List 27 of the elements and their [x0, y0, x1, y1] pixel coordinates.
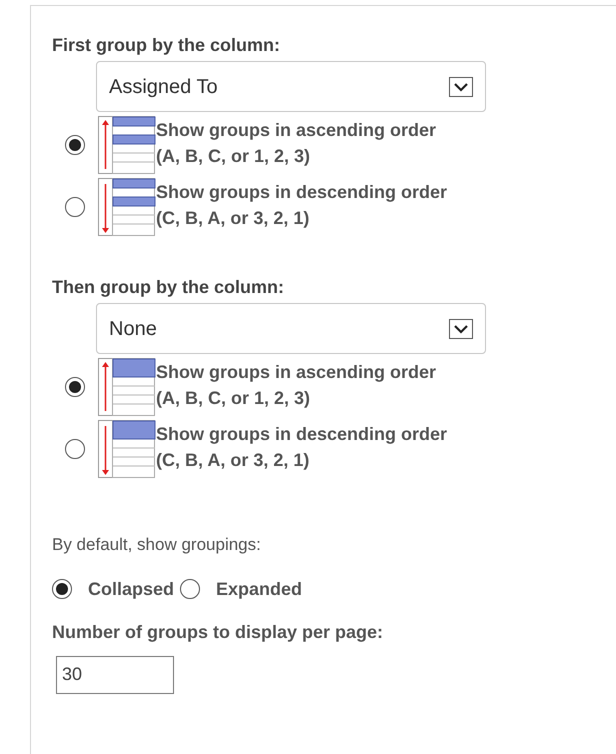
option-label: Show groups in ascending order	[156, 119, 436, 142]
sort-ascending-icon	[98, 116, 156, 174]
option-label: Show groups in descending order	[156, 181, 448, 204]
radio-button[interactable]	[65, 135, 85, 155]
radio-button[interactable]	[65, 197, 85, 217]
option-example: (C, B, A, or 3, 2, 1)	[156, 449, 310, 472]
sort-ascending-icon	[98, 358, 156, 416]
radio-button[interactable]	[65, 377, 85, 397]
radio-button[interactable]	[52, 579, 72, 599]
grouping-option-label: Expanded	[216, 578, 302, 601]
radio-button[interactable]	[65, 439, 85, 459]
option-example: (C, B, A, or 3, 2, 1)	[156, 207, 310, 230]
option-label: Show groups in descending order	[156, 423, 448, 446]
grouping-option-label: Collapsed	[88, 578, 174, 601]
group-heading: Then group by the column:	[52, 276, 285, 298]
sort-descending-icon	[98, 420, 156, 478]
group-heading: First group by the column:	[52, 34, 281, 56]
column-select[interactable]: None	[96, 303, 486, 354]
option-example: (A, B, C, or 1, 2, 3)	[156, 145, 312, 168]
option-label: Show groups in ascending order	[156, 361, 436, 384]
groups-per-page-label: Number of groups to display per page:	[52, 620, 384, 644]
groupings-label: By default, show groupings:	[52, 534, 262, 556]
sort-descending-icon	[98, 178, 156, 236]
radio-button[interactable]	[180, 579, 200, 599]
groups-per-page-field[interactable]: 30	[56, 656, 174, 694]
option-example: (A, B, C, or 1, 2, 3)	[156, 387, 312, 410]
column-select[interactable]: Assigned To	[96, 61, 486, 112]
